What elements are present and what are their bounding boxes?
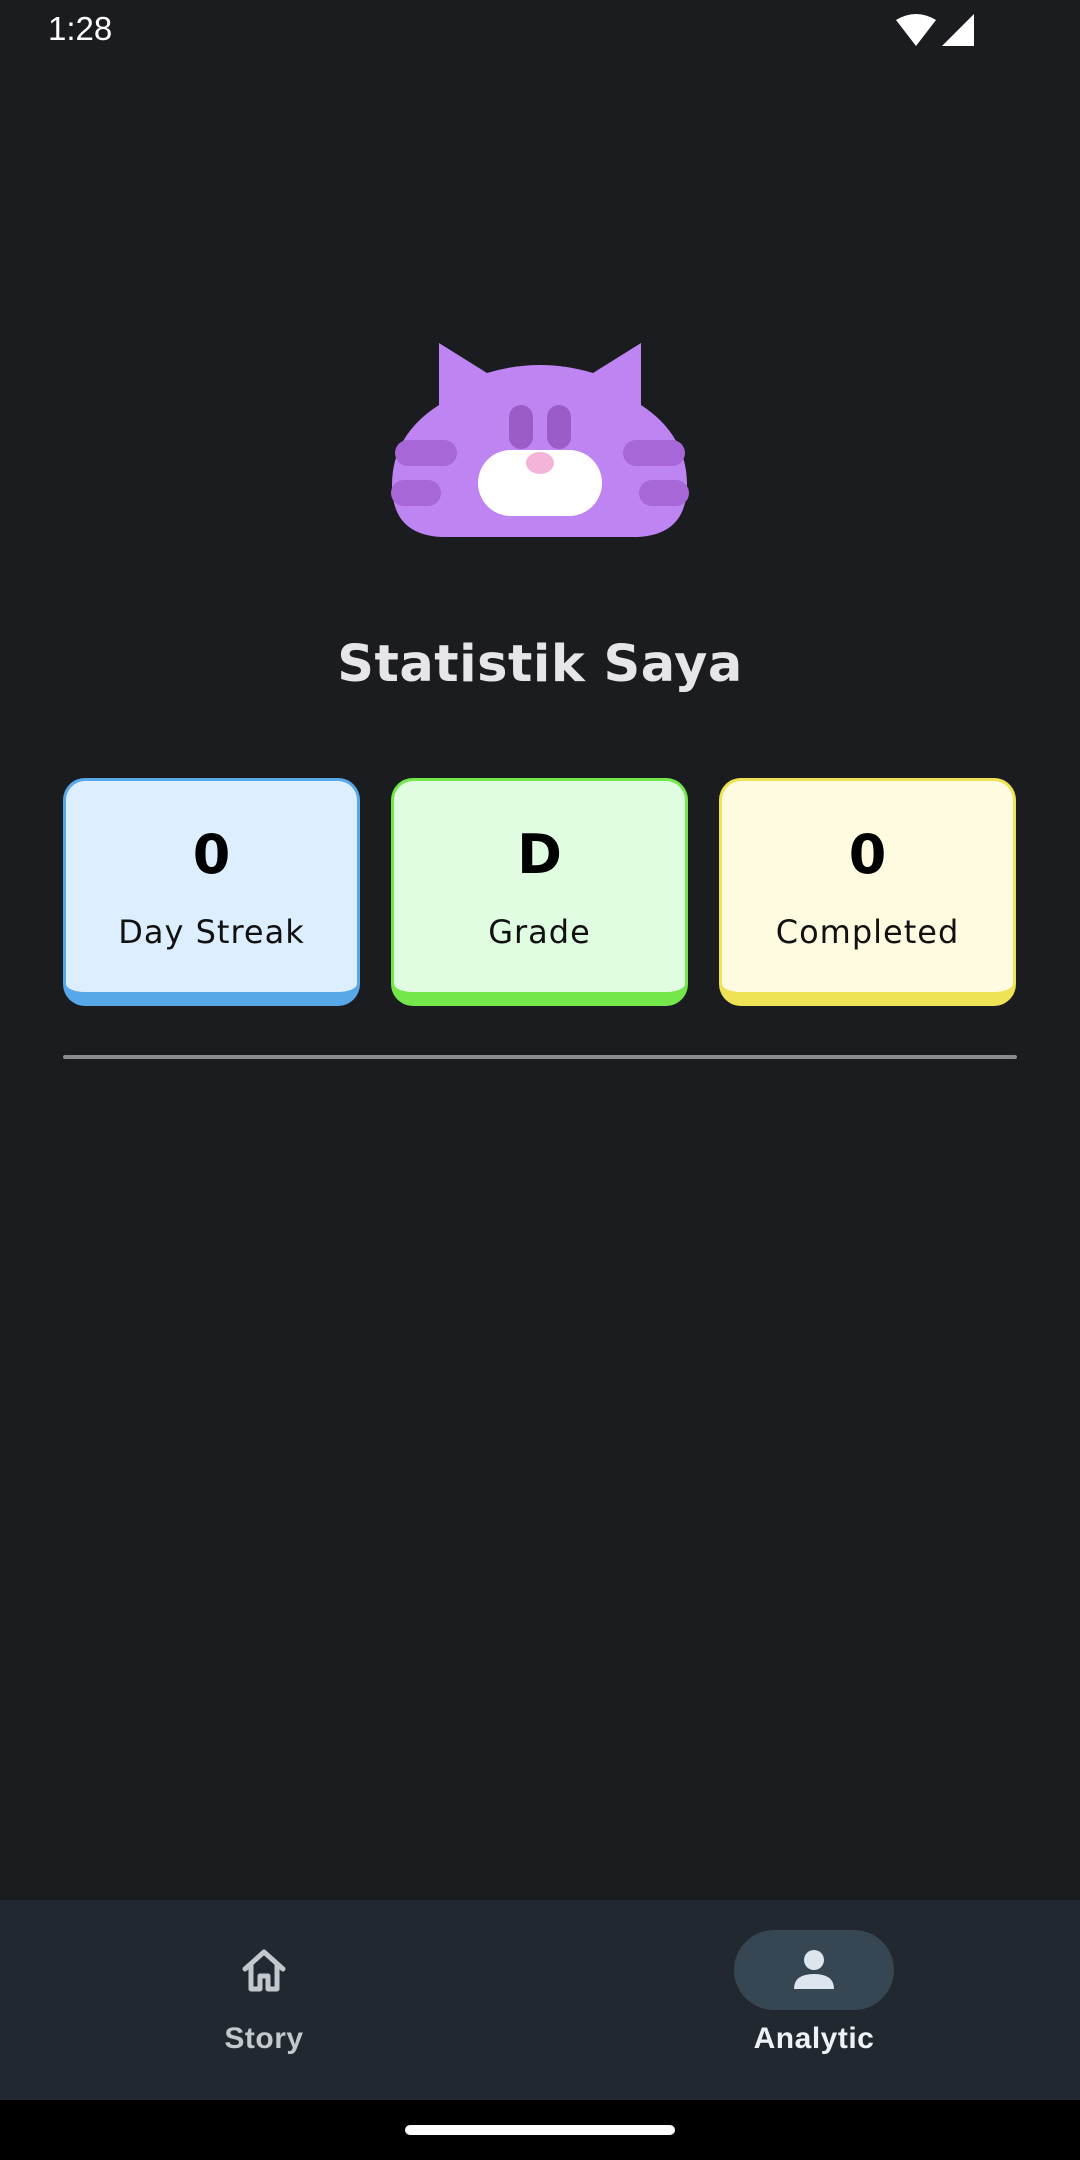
stat-value: 0: [848, 823, 887, 886]
stat-card-completed: 0 Completed: [719, 778, 1016, 1006]
stat-label: Day Streak: [118, 913, 305, 951]
stat-value: D: [517, 823, 562, 886]
nav-label: Story: [224, 2022, 304, 2055]
signal-icon: [942, 14, 974, 46]
divider: [63, 1055, 1017, 1059]
nav-label: Analytic: [753, 2022, 875, 2055]
home-gesture-handle[interactable]: [405, 2125, 675, 2135]
stat-card-grade: D Grade: [391, 778, 688, 1006]
status-bar: 1:28: [0, 0, 1080, 60]
nav-item-story[interactable]: Story: [114, 1900, 414, 2100]
person-icon: [794, 1950, 834, 1989]
bottom-navigation: Story Analytic: [0, 1900, 1080, 2100]
stat-label: Grade: [488, 913, 591, 951]
stat-card-day-streak: 0 Day Streak: [63, 778, 360, 1006]
status-time: 1:28: [48, 10, 113, 47]
app-screen: 1:28 Statistik Saya 0 Day Streak D Grade: [0, 0, 1080, 2160]
wifi-icon: [896, 14, 936, 46]
home-icon: [242, 1949, 286, 1992]
stat-value: 0: [192, 823, 231, 886]
nav-item-analytic[interactable]: Analytic: [664, 1900, 964, 2100]
page-title: Statistik Saya: [337, 635, 743, 694]
stat-label: Completed: [775, 913, 960, 951]
status-icons: [896, 14, 974, 46]
cat-mascot-icon: [391, 343, 689, 537]
